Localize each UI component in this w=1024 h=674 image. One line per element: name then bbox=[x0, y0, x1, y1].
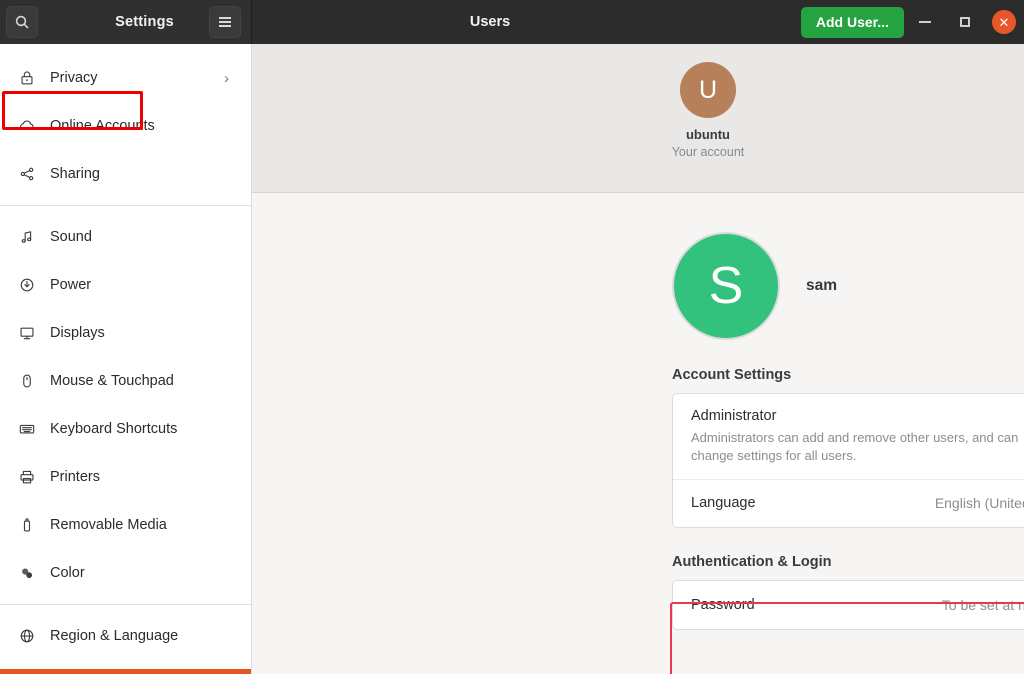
user-avatar-large[interactable]: S bbox=[672, 232, 780, 340]
sidebar-separator bbox=[0, 205, 251, 206]
row-value: English (United States) bbox=[934, 495, 1024, 512]
sidebar-item-displays[interactable]: Displays bbox=[0, 309, 251, 357]
settings-card: Administrator Administrators can add and … bbox=[672, 393, 1024, 528]
music-note-icon bbox=[14, 225, 40, 249]
search-icon[interactable] bbox=[6, 6, 38, 38]
window-controls: ✕ bbox=[912, 9, 1016, 35]
user-name-label: ubuntu bbox=[685, 127, 731, 142]
settings-sidebar[interactable]: Privacy › Online Accounts Sharing Sound Power… bbox=[0, 44, 252, 674]
row-label: Password bbox=[691, 596, 755, 613]
row-label: Language bbox=[691, 495, 756, 512]
user-display-name: sam bbox=[806, 277, 838, 294]
power-icon bbox=[14, 273, 40, 297]
sidebar-headerbar: Settings bbox=[0, 0, 252, 44]
main-headerbar: Users Add User... ✕ bbox=[252, 0, 1024, 44]
window-body: Privacy › Online Accounts Sharing Sound Power… bbox=[0, 44, 1024, 674]
window-titlebar: Settings Users Add User... ✕ bbox=[0, 0, 1024, 44]
close-icon[interactable]: ✕ bbox=[992, 10, 1016, 34]
sidebar-item-removable-media[interactable]: Removable Media bbox=[0, 501, 251, 549]
row-value: To be set at next login bbox=[941, 596, 1024, 613]
sidebar-separator bbox=[0, 604, 251, 605]
sidebar-item-privacy[interactable]: Privacy › bbox=[0, 54, 251, 102]
chevron-right-icon: › bbox=[224, 69, 229, 87]
minimize-icon[interactable] bbox=[912, 9, 938, 35]
sidebar-item-color[interactable]: Color bbox=[0, 549, 251, 597]
user-list-strip: SsamUubuntuYour account bbox=[252, 44, 1024, 193]
mouse-icon bbox=[14, 369, 40, 393]
sidebar-item-label: Power bbox=[50, 277, 92, 293]
section-title: Authentication & Login bbox=[672, 553, 832, 570]
share-nodes-icon bbox=[14, 162, 40, 186]
sidebar-item-sharing[interactable]: Sharing bbox=[0, 150, 251, 198]
sidebar-item-label: Privacy bbox=[50, 70, 98, 86]
cloud-icon bbox=[14, 114, 40, 138]
lock-icon bbox=[14, 66, 40, 90]
row-description: Administrators can add and remove other … bbox=[691, 430, 1019, 463]
sidebar-item-label: Region & Language bbox=[50, 628, 179, 644]
keyboard-icon bbox=[14, 417, 40, 441]
sidebar-item-label: Printers bbox=[50, 469, 100, 485]
user-profile-row: Ssam bbox=[252, 231, 1024, 341]
settings-card: PasswordTo be set at next login› bbox=[672, 579, 1024, 630]
printer-icon bbox=[14, 465, 40, 489]
usb-drive-icon bbox=[14, 513, 40, 537]
sidebar-item-label: Sharing bbox=[50, 166, 100, 182]
sidebar-item-label: Sound bbox=[50, 229, 92, 245]
sidebar-item-printers[interactable]: Printers bbox=[0, 453, 251, 501]
sidebar-horizontal-scrollbar[interactable] bbox=[0, 669, 251, 674]
display-monitor-icon bbox=[14, 321, 40, 345]
sidebar-item-label: Color bbox=[50, 565, 85, 581]
hamburger-menu-icon[interactable] bbox=[209, 6, 241, 38]
sidebar-item-label: Removable Media bbox=[50, 517, 167, 533]
user-subtitle-label: Your account bbox=[671, 145, 745, 159]
settings-window: Settings Users Add User... ✕ Privacy › Onl… bbox=[0, 0, 1024, 674]
row-text-block: Administrator Administrators can add and … bbox=[691, 408, 1021, 465]
sidebar-item-power[interactable]: Power bbox=[0, 261, 251, 309]
sidebar-item-keyboard-shortcuts[interactable]: Keyboard Shortcuts bbox=[0, 405, 251, 453]
row-administrator[interactable]: Administrator Administrators can add and … bbox=[673, 394, 1024, 479]
color-palette-icon bbox=[14, 561, 40, 585]
sidebar-item-label: Online Accounts bbox=[50, 118, 155, 134]
sidebar-item-online-accounts[interactable]: Online Accounts bbox=[0, 102, 251, 150]
row-text-block: Password bbox=[691, 597, 755, 613]
avatar: U bbox=[680, 62, 736, 118]
users-panel: Ssam Uubuntu Your account Ssam Account Sett… bbox=[252, 44, 1024, 674]
maximize-icon[interactable] bbox=[952, 9, 978, 35]
sidebar-item-label: Mouse & Touchpad bbox=[50, 373, 174, 389]
row-password[interactable]: PasswordTo be set at next login› bbox=[673, 581, 1024, 629]
globe-icon bbox=[14, 624, 40, 648]
sidebar-item-sound[interactable]: Sound bbox=[0, 213, 251, 261]
row-label: Administrator bbox=[691, 408, 777, 424]
sidebar-item-label: Displays bbox=[50, 325, 105, 341]
row-language[interactable]: LanguageEnglish (United States)› bbox=[673, 478, 1024, 527]
sidebar-item-region-language[interactable]: Region & Language bbox=[0, 612, 251, 660]
sidebar-item-mouse-touchpad[interactable]: Mouse & Touchpad bbox=[0, 357, 251, 405]
user-card-ubuntu[interactable]: Uubuntu Your account bbox=[648, 62, 768, 159]
row-text-block: Language bbox=[691, 495, 756, 511]
user-detail-area: Ssam Account Settings Administrator Adminis… bbox=[252, 193, 1024, 674]
section-title: Account Settings bbox=[672, 367, 792, 383]
sidebar-item-label: Keyboard Shortcuts bbox=[50, 421, 178, 437]
add-user-button[interactable]: Add User... bbox=[800, 6, 904, 38]
